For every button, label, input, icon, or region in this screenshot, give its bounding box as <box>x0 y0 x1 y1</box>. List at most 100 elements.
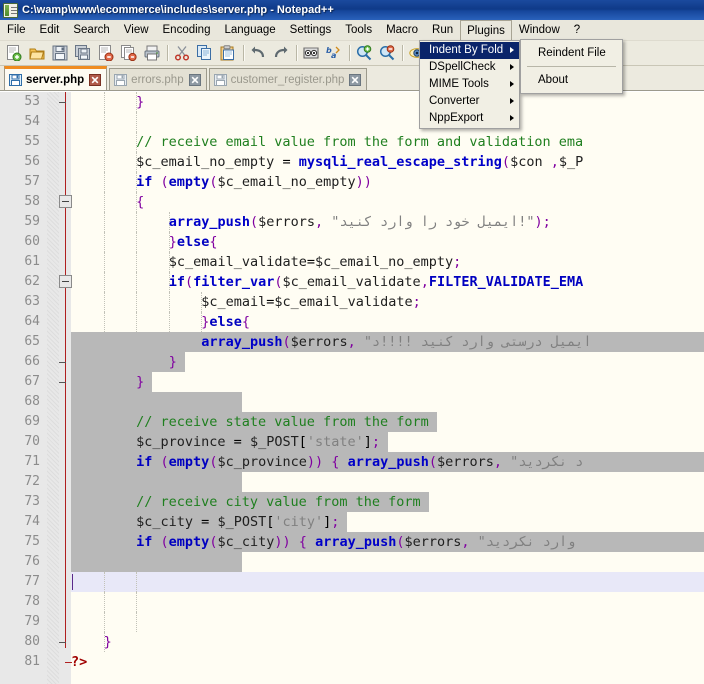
code-line[interactable]: $c_email=$c_email_validate; <box>71 292 704 312</box>
open-file-button[interactable] <box>26 42 49 64</box>
plugins-dropdown-menu[interactable]: Indent By Fold DSpellCheck MIME Tools Conve… <box>419 40 520 129</box>
submenu-item-reindent-file[interactable]: Reindent File <box>521 44 622 62</box>
code-operator: ( <box>249 214 259 230</box>
plugins-menu-item-label: Converter <box>429 95 480 107</box>
save-all-button[interactable] <box>72 42 95 64</box>
code-operator: } <box>136 94 145 110</box>
code-line[interactable]: $c_city = $_POST['city']; <box>71 512 704 532</box>
menu-item-file[interactable]: File <box>0 20 33 40</box>
code-editor[interactable]: 53 54 55 56 57 58 59 60 61 62 63 64 65 66 67 68 69 70 71 72… <box>0 92 704 684</box>
code-line-text: $c_email_validate=$c_email_no_empty; <box>168 254 462 270</box>
plugins-menu-item-mime-tools[interactable]: MIME Tools <box>420 76 519 93</box>
menu-item-[interactable]: ? <box>567 20 587 40</box>
menu-item-macro[interactable]: Macro <box>379 20 425 40</box>
code-line[interactable]: // receive state value from the form <box>71 412 704 432</box>
code-line[interactable]: if (empty($c_email_no_empty)) <box>71 172 704 192</box>
tab-errors-php[interactable]: errors.php <box>109 68 207 90</box>
replace-button[interactable]: ba <box>323 42 346 64</box>
code-operator: ( <box>282 334 291 350</box>
menu-item-search[interactable]: Search <box>66 20 116 40</box>
menu-item-plugins[interactable]: Plugins <box>460 20 512 41</box>
code-line[interactable]: }else{ <box>71 312 704 332</box>
tab-server-php[interactable]: server.php <box>4 66 108 90</box>
undo-button[interactable] <box>247 42 270 64</box>
code-line-text: } <box>71 372 144 392</box>
tab-customer_register-php[interactable]: customer_register.php <box>208 68 368 90</box>
code-line[interactable]: } <box>71 352 704 372</box>
print-button[interactable] <box>141 42 164 64</box>
zoom-out-button[interactable] <box>376 42 399 64</box>
code-line[interactable]: $c_email_no_empty = mysqli_real_escape_s… <box>71 152 704 172</box>
close-tab-icon[interactable] <box>89 73 102 86</box>
code-line[interactable]: // receive city value from the form <box>71 492 704 512</box>
redo-button[interactable] <box>270 42 293 64</box>
code-line[interactable] <box>71 112 704 132</box>
code-line[interactable]: $c_email_validate=$c_email_no_empty; <box>71 252 704 272</box>
code-operator: { <box>136 194 145 210</box>
code-line[interactable]: $c_province = $_POST['state']; <box>71 432 704 452</box>
code-line[interactable] <box>71 472 704 492</box>
menu-item-window[interactable]: Window <box>512 20 567 40</box>
menu-bar[interactable]: File Edit Search View Encoding Language Settin… <box>0 20 704 41</box>
menu-item-tools[interactable]: Tools <box>338 20 379 40</box>
code-operator: ) <box>363 174 372 190</box>
code-line[interactable]: }else{ <box>71 232 704 252</box>
code-text-area[interactable]: } // receive email value from the form a… <box>71 92 704 684</box>
code-line[interactable]: { <box>71 192 704 212</box>
code-line[interactable]: } <box>71 632 704 652</box>
submenu-item-about[interactable]: About <box>521 71 622 89</box>
code-line[interactable]: // receive email value from the form and… <box>71 132 704 152</box>
indent-by-fold-submenu[interactable]: Reindent File About <box>520 39 623 94</box>
cut-button[interactable] <box>171 42 194 64</box>
code-line[interactable]: if (empty($c_city)) { array_push($errors… <box>71 532 704 552</box>
menu-item-view[interactable]: View <box>117 20 156 40</box>
code-line[interactable] <box>71 392 704 412</box>
close-file-button[interactable] <box>95 42 118 64</box>
menu-item-label: Edit <box>39 24 60 36</box>
code-line[interactable] <box>71 552 704 572</box>
plugins-menu-item-indent-by-fold[interactable]: Indent By Fold <box>420 42 519 59</box>
menu-item-settings[interactable]: Settings <box>283 20 339 40</box>
fold-margin[interactable] <box>47 92 72 684</box>
close-tab-icon[interactable] <box>349 73 362 86</box>
code-keyword: empty <box>168 534 210 550</box>
code-line[interactable] <box>71 592 704 612</box>
paste-button[interactable] <box>217 42 240 64</box>
menu-item-edit[interactable]: Edit <box>33 20 67 40</box>
code-line[interactable]: ?> <box>71 652 704 672</box>
copy-button[interactable] <box>194 42 217 64</box>
code-line[interactable]: array_push($errors, "ایمیل خود را وارد ک… <box>71 212 704 232</box>
find-button[interactable] <box>300 42 323 64</box>
code-line[interactable] <box>71 572 704 592</box>
indent-guide <box>136 592 138 612</box>
code-line-text: }else{ <box>71 312 250 332</box>
code-variable: $c_email_no_empty <box>315 254 454 270</box>
save-button[interactable] <box>49 42 72 64</box>
code-function: filter_var <box>193 274 275 290</box>
code-line[interactable]: if (empty($c_province)) { array_push($er… <box>71 452 704 472</box>
zoom-in-button[interactable] <box>353 42 376 64</box>
code-line[interactable]: array_push($errors, "ایمیل درستی وارد کن… <box>71 332 704 352</box>
code-line[interactable]: if(filter_var($c_email_validate,FILTER_V… <box>71 272 704 292</box>
close-all-button[interactable] <box>118 42 141 64</box>
close-tab-icon[interactable] <box>188 73 201 86</box>
code-line[interactable]: } <box>71 372 704 392</box>
line-number: 79 <box>24 614 40 629</box>
code-line[interactable] <box>71 612 704 632</box>
plugins-menu-item-nppexport[interactable]: NppExport <box>420 110 519 127</box>
menu-item-run[interactable]: Run <box>425 20 460 40</box>
indent-guide <box>136 612 138 632</box>
plugins-menu-item-dspellcheck[interactable]: DSpellCheck <box>420 59 519 76</box>
plugins-menu-item-converter[interactable]: Converter <box>420 93 519 110</box>
chevron-right-icon <box>510 115 514 121</box>
code-line[interactable]: } <box>71 92 704 112</box>
line-number: 53 <box>24 94 40 109</box>
menu-item-language[interactable]: Language <box>217 20 282 40</box>
code-variable: $c_email <box>201 294 267 310</box>
new-file-button[interactable] <box>3 42 26 64</box>
code-operator: , <box>461 534 470 550</box>
code-function: array_push <box>315 534 397 550</box>
line-number: 77 <box>24 574 40 589</box>
menu-item-encoding[interactable]: Encoding <box>156 20 218 40</box>
code-operator: ( <box>160 454 169 470</box>
